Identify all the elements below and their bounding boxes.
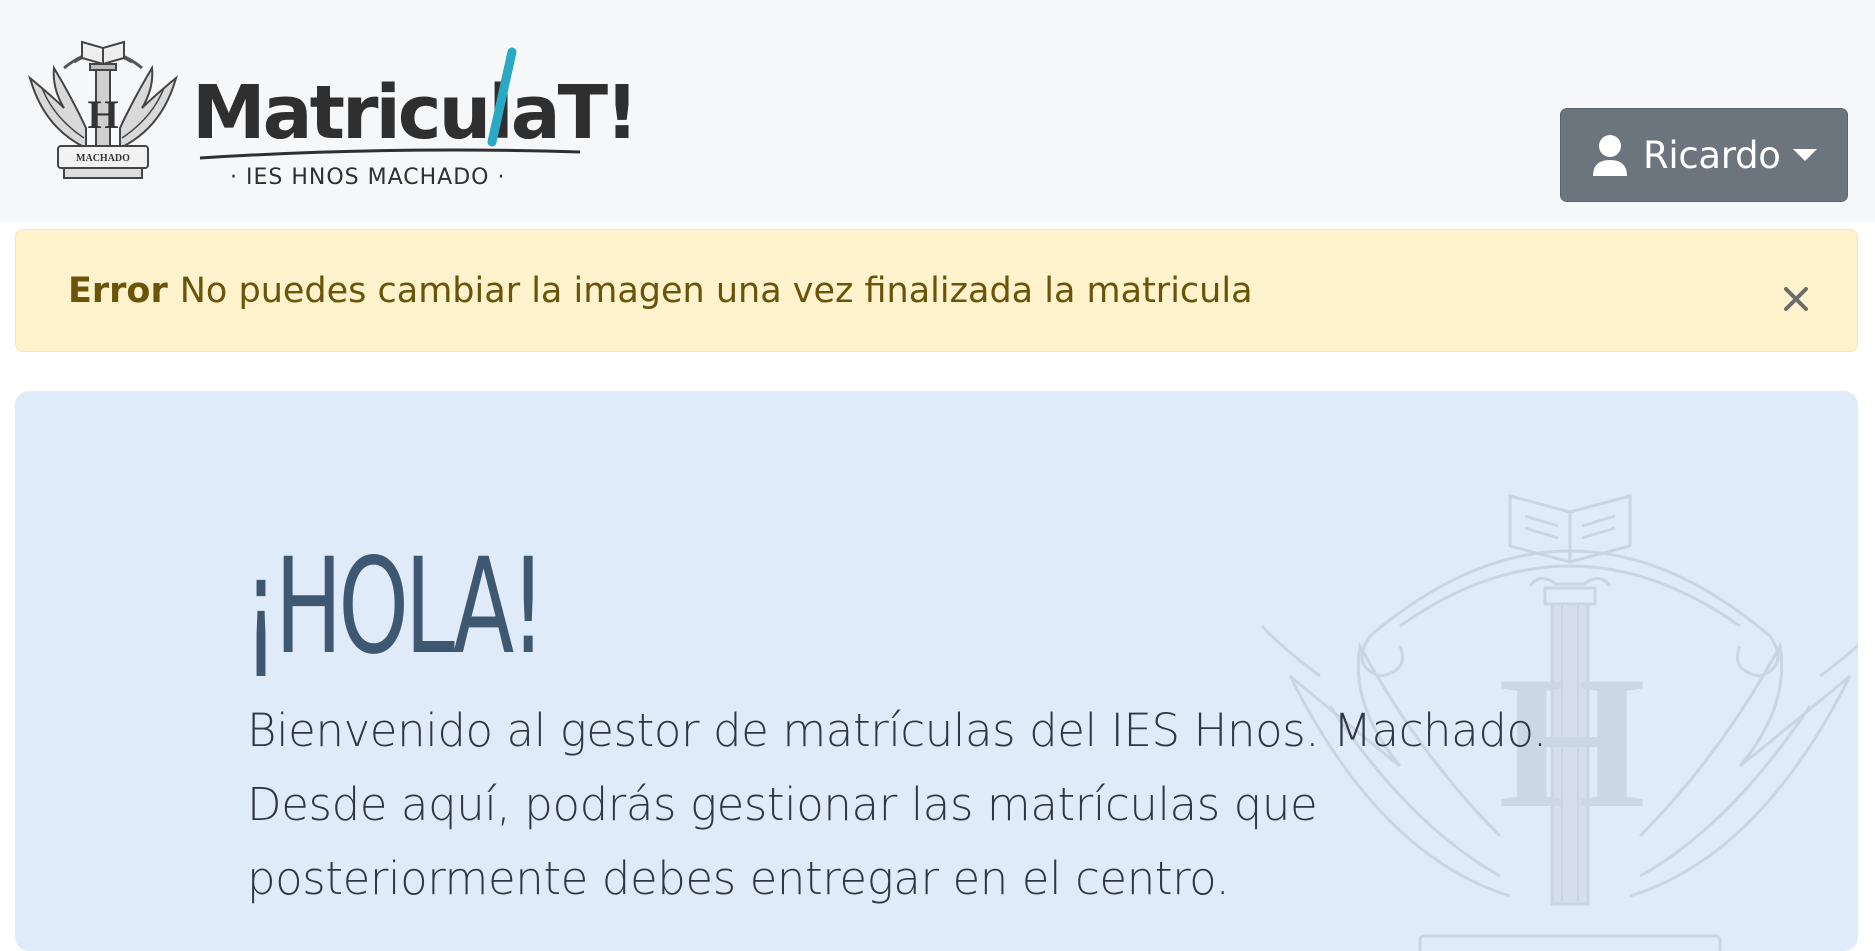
user-icon xyxy=(1593,135,1627,176)
alert-content: Error No puedes cambiar la imagen una vez… xyxy=(68,270,1253,314)
alert-title: Error xyxy=(68,271,168,311)
school-crest-icon: H MACHADO xyxy=(28,40,178,179)
error-alert: Error No puedes cambiar la imagen una vez… xyxy=(15,229,1858,352)
user-name: Ricardo xyxy=(1643,133,1781,177)
user-menu-button[interactable]: Ricardo xyxy=(1560,108,1848,202)
alert-message: No puedes cambiar la imagen una vez fina… xyxy=(179,271,1253,311)
top-navbar: H MACHADO MatriculaT! · IES HNOS MACHADO… xyxy=(0,0,1875,222)
crest-label: MACHADO xyxy=(76,153,130,164)
hero-title: ¡HOLA! xyxy=(243,530,546,684)
svg-text:H: H xyxy=(87,92,118,137)
hero-welcome-text: Bienvenido al gestor de matrículas del I… xyxy=(247,704,1547,905)
brand-logo[interactable]: H MACHADO MatriculaT! · IES HNOS MACHADO… xyxy=(24,28,639,190)
logo-subtitle: · IES HNOS MACHADO · xyxy=(230,165,505,190)
welcome-jumbotron: H ¡HOLA! Bienvenido al gestor de matrícu… xyxy=(15,391,1858,951)
logo-name: MatriculaT! xyxy=(192,70,636,156)
close-icon[interactable] xyxy=(1771,274,1821,324)
logo-wordmark: MatriculaT! · IES HNOS MACHADO · xyxy=(192,46,639,190)
chevron-down-icon xyxy=(1793,149,1817,161)
